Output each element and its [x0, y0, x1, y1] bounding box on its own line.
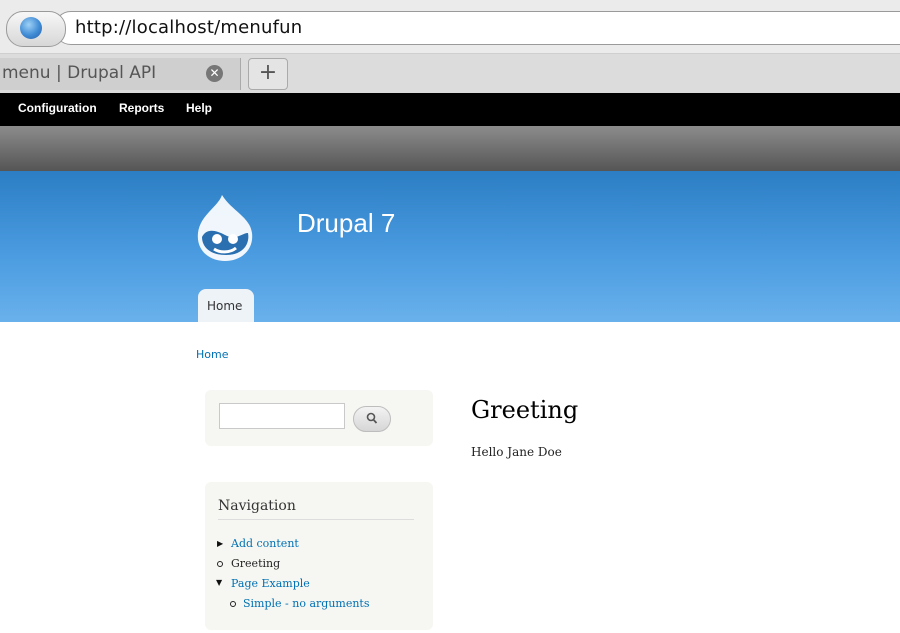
bullet-icon — [217, 561, 223, 567]
drupal-logo-icon[interactable] — [192, 193, 258, 263]
expanded-triangle-icon: ▼ — [216, 578, 223, 587]
page-title: Greeting — [471, 396, 579, 424]
breadcrumb[interactable]: Home — [196, 348, 228, 361]
site-globe-icon — [20, 17, 42, 39]
search-input[interactable] — [219, 403, 345, 429]
bullet-icon — [230, 601, 236, 607]
navigation-block: Navigation ▶ Add content Greeting ▼ Page… — [205, 482, 433, 630]
address-bar[interactable]: http://localhost/menufun — [54, 11, 900, 45]
page-body-text: Hello Jane Doe — [471, 445, 562, 459]
nav-item-simple-no-arguments[interactable]: Simple - no arguments — [243, 597, 370, 610]
admin-toolbar: Configuration Reports Help — [0, 93, 900, 126]
site-header: Drupal 7 Home — [0, 171, 900, 322]
admin-menu-reports[interactable]: Reports — [119, 101, 164, 115]
back-button[interactable] — [6, 11, 66, 47]
browser-tab[interactable]: menu | Drupal API ✕ — [0, 58, 241, 90]
primary-tab-label: Home — [207, 299, 243, 313]
address-bar-url[interactable]: http://localhost/menufun — [75, 17, 302, 38]
nav-item-add-content[interactable]: Add content — [231, 537, 299, 550]
search-block — [205, 390, 433, 446]
nav-item-greeting[interactable]: Greeting — [231, 557, 280, 570]
primary-tab-home[interactable]: Home — [198, 289, 254, 322]
close-tab-icon[interactable]: ✕ — [206, 65, 223, 82]
shortcut-bar — [0, 126, 900, 171]
search-icon — [366, 412, 378, 424]
admin-menu-configuration[interactable]: Configuration — [18, 101, 97, 115]
tab-strip: menu | Drupal API ✕ + — [0, 54, 900, 94]
browser-chrome: http://localhost/menufun — [0, 0, 900, 54]
collapsed-triangle-icon: ▶ — [217, 539, 224, 548]
browser-tab-title: menu | Drupal API — [2, 63, 157, 83]
admin-menu-help[interactable]: Help — [186, 101, 212, 115]
nav-item-page-example[interactable]: Page Example — [231, 577, 310, 590]
search-button[interactable] — [353, 406, 391, 432]
navigation-title: Navigation — [218, 498, 296, 514]
new-tab-button[interactable]: + — [248, 58, 288, 90]
navigation-divider — [218, 519, 414, 520]
site-name[interactable]: Drupal 7 — [297, 208, 395, 239]
